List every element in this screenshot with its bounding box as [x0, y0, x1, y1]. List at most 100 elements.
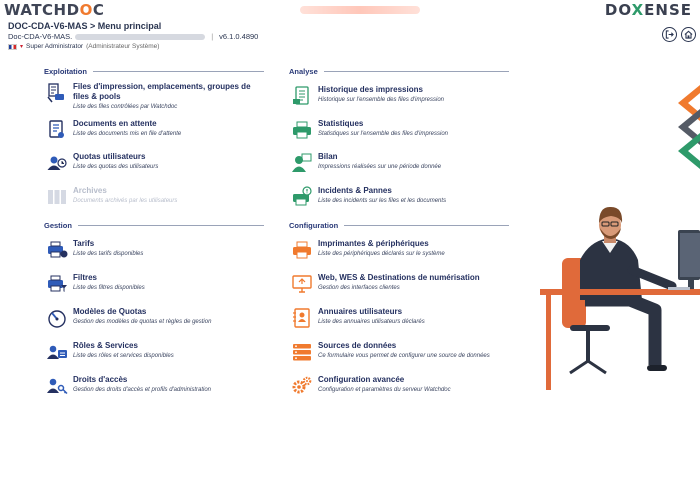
logout-button[interactable]: [662, 27, 677, 42]
database-icon: [293, 344, 311, 361]
item-title: Statistiques: [318, 119, 364, 128]
gears-icon: [292, 376, 312, 394]
menu-item-bilan[interactable]: Bilan Impressions réalisées sur une pério…: [291, 152, 506, 174]
item-title: Documents en attente: [73, 119, 157, 128]
user-role: (Administrateur Système): [86, 43, 160, 50]
item-desc: Historique sur l'ensemble des files d'im…: [318, 97, 445, 103]
item-title: Bilan: [318, 152, 338, 161]
item-title: Quotas utilisateurs: [73, 152, 146, 161]
user-quota-icon: [47, 156, 67, 170]
section-exploitation: Exploitation: [44, 67, 264, 80]
address-book-icon: [293, 308, 310, 328]
section-title: Exploitation: [44, 67, 264, 76]
item-desc: Liste des tarifs disponibles: [73, 251, 144, 257]
item-title: Web, WES & Destinations de numérisation: [318, 273, 480, 282]
printer-price-icon: [48, 241, 68, 258]
menu-item-quotas-utilisateurs[interactable]: Quotas utilisateurs Liste des quotas des …: [46, 152, 256, 174]
menu-item-sources-donnees[interactable]: Sources de données Ce formulaire vous per…: [291, 341, 511, 363]
item-desc: Documents archivés par les utilisateurs: [73, 198, 178, 204]
menu-item-configuration-avancee[interactable]: Configuration avancée Configuration et pa…: [291, 375, 506, 397]
monitor-icon: [292, 275, 312, 293]
watchdoc-logo[interactable]: WATCHDOC: [4, 1, 104, 19]
item-desc: Liste des filtres disponibles: [73, 285, 145, 291]
french-flag-icon[interactable]: [8, 43, 17, 50]
item-desc: Configuration et paramètres du serveur W…: [318, 387, 451, 393]
item-title: Sources de données: [318, 341, 397, 350]
item-desc: Liste des rôles et services disponibles: [73, 353, 174, 359]
menu-item-files-impression[interactable]: Files d'impression, emplacements, groupe…: [46, 82, 256, 111]
user-key-icon: [47, 378, 68, 395]
item-title: Rôles & Services: [73, 341, 138, 350]
printer-stats-icon: [293, 121, 311, 139]
logout-icon: [665, 30, 674, 39]
menu-item-annuaires[interactable]: Annuaires utilisateurs Liste des annuaire…: [291, 307, 506, 329]
item-title: Modèles de Quotas: [73, 307, 147, 316]
item-title: Configuration avancée: [318, 375, 405, 384]
history-icon: [293, 86, 309, 105]
item-title: Imprimantes & périphériques: [318, 239, 429, 248]
users-group-icon: [47, 345, 67, 359]
item-title: Droits d'accès: [73, 375, 128, 384]
document-icon: [49, 120, 64, 138]
section-title: Analyse: [289, 67, 509, 76]
user-info[interactable]: ▾ Super Administrator (Administrateur Sy…: [8, 43, 159, 50]
monitor-illustration: [678, 230, 700, 290]
separator: |: [211, 32, 214, 41]
user-name: Super Administrator: [26, 43, 84, 50]
menu-item-tarifs[interactable]: Tarifs Liste des tarifs disponibles: [46, 239, 256, 261]
menu-item-web-wes[interactable]: Web, WES & Destinations de numérisation G…: [291, 273, 506, 295]
item-desc: Liste des périphériques déclarés sur le …: [318, 251, 445, 257]
home-icon: [684, 30, 693, 39]
menu-item-imprimantes[interactable]: Imprimantes & périphériques Liste des pér…: [291, 239, 506, 261]
person-illustration: [580, 206, 677, 371]
menu-item-roles-services[interactable]: Rôles & Services Liste des rôles et servi…: [46, 341, 256, 363]
item-desc: Statistiques sur l'ensemble des files d'…: [318, 131, 449, 137]
item-desc: Liste des quotas des utilisateurs: [73, 164, 159, 170]
item-desc: Liste des documents mis en file d'attent…: [73, 131, 182, 137]
office-illustration: [540, 85, 700, 390]
section-gestion: Gestion: [44, 221, 264, 234]
item-desc: Gestion des droits d'accès et profils d'…: [73, 387, 212, 393]
section-title: Gestion: [44, 221, 264, 230]
menu-item-statistiques[interactable]: Statistiques Statistiques sur l'ensemble …: [291, 119, 506, 141]
item-title: Filtres: [73, 273, 98, 282]
menu-item-incidents[interactable]: Incidents & Pannes Liste des incidents su…: [291, 186, 506, 208]
menu-item-modeles-quotas[interactable]: Modèles de Quotas Gestion des modèles de …: [46, 307, 256, 329]
decorative-chevrons-icon: [678, 85, 700, 169]
server-name: Doc-CDA-V6-MAS.: [8, 32, 73, 41]
server-info: Doc-CDA-V6-MAS. | v6.1.0.4890: [8, 32, 258, 41]
item-title: Archives: [73, 186, 107, 195]
printer-warning-icon: [293, 186, 312, 206]
user-report-icon: [292, 153, 312, 172]
section-title: Configuration: [289, 221, 509, 230]
menu-item-droits-acces[interactable]: Droits d'accès Gestion des droits d'accès…: [46, 375, 266, 397]
chevron-down-icon[interactable]: ▾: [20, 43, 23, 50]
item-title: Tarifs: [73, 239, 95, 248]
menu-item-historique[interactable]: Historique des impressions Historique sur…: [291, 85, 506, 107]
blurred-banner: [300, 6, 420, 14]
menu-item-archives: Archives Documents archivés par les utili…: [46, 186, 256, 208]
blurred-server-suffix: [75, 33, 206, 40]
item-desc: Impressions réalisées sur une période do…: [318, 164, 442, 170]
menu-item-filtres[interactable]: Filtres Liste des filtres disponibles: [46, 273, 256, 295]
item-desc: Liste des annuaires utilisateurs déclaré…: [318, 319, 425, 325]
item-desc: Gestion des modèles de quotas et règles …: [73, 319, 212, 325]
menu-item-documents-attente[interactable]: Documents en attente Liste des documents …: [46, 119, 256, 141]
section-configuration: Configuration: [289, 221, 509, 234]
printer-icon: [293, 241, 311, 259]
gauge-icon: [48, 310, 66, 328]
item-desc: Liste des incidents sur les files et les…: [318, 198, 447, 204]
queue-printer-icon: [47, 83, 64, 103]
home-button[interactable]: [681, 27, 696, 42]
archive-icon: [48, 190, 66, 204]
item-title: Files d'impression, emplacements, groupe…: [73, 82, 251, 101]
item-title: Annuaires utilisateurs: [318, 307, 403, 316]
item-desc: Gestion des interfaces clientes: [318, 285, 400, 291]
item-title: Incidents & Pannes: [318, 186, 392, 195]
item-desc: Ce formulaire vous permet de configurer …: [318, 353, 490, 359]
section-analyse: Analyse: [289, 67, 509, 80]
item-title: Historique des impressions: [318, 85, 423, 94]
page-title: DOC-CDA-V6-MAS > Menu principal: [8, 21, 162, 31]
top-bar: WATCHDOC DOXENSE: [0, 0, 700, 20]
printer-filter-icon: [48, 275, 67, 292]
